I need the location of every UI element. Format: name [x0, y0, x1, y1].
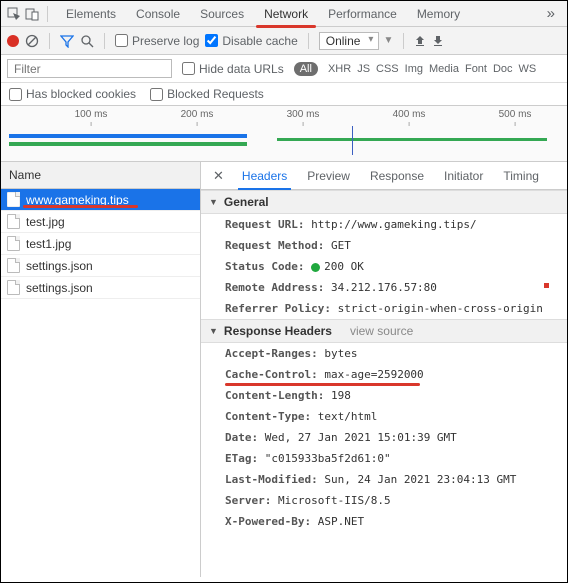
- header-row: Server: Microsoft-IIS/8.5: [201, 490, 567, 511]
- main-tab-console[interactable]: Console: [126, 2, 190, 26]
- header-row: Content-Type: text/html: [201, 406, 567, 427]
- file-icon: [7, 192, 20, 207]
- section-response-headers[interactable]: ▼Response Headersview source: [201, 319, 567, 343]
- timeline-tick: 100 ms: [75, 109, 108, 120]
- request-name: settings.json: [26, 259, 93, 273]
- record-button[interactable]: [7, 35, 19, 47]
- row-status-code: Status Code: 200 OK: [201, 256, 567, 277]
- timeline-tick: 400 ms: [393, 109, 426, 120]
- request-row[interactable]: test1.jpg: [1, 233, 200, 255]
- file-icon: [7, 258, 20, 273]
- hide-data-urls-checkbox[interactable]: Hide data URLs: [182, 62, 284, 76]
- requests-pane: Name www.gameking.tips test.jpg test1.jpg s…: [1, 162, 201, 577]
- header-row: Cache-Control: max-age=2592000: [201, 364, 567, 385]
- header-row: X-Powered-By: ASP.NET: [201, 511, 567, 532]
- header-row: Last-Modified: Sun, 24 Jan 2021 23:04:13…: [201, 469, 567, 490]
- main-tab-performance[interactable]: Performance: [318, 2, 407, 26]
- detail-body: ▼General Request URL: http://www.gamekin…: [201, 190, 567, 577]
- view-source-link[interactable]: view source: [350, 324, 413, 338]
- search-icon[interactable]: [80, 34, 94, 48]
- filter-type-css[interactable]: CSS: [376, 63, 399, 75]
- file-icon: [7, 214, 20, 229]
- throttle-caret-icon[interactable]: ▼: [383, 35, 393, 46]
- file-icon: [7, 280, 20, 295]
- request-row[interactable]: settings.json: [1, 277, 200, 299]
- header-row: Accept-Ranges: bytes: [201, 343, 567, 364]
- detail-tab-response[interactable]: Response: [360, 163, 434, 189]
- file-icon: [7, 236, 20, 251]
- device-icon[interactable]: [25, 7, 39, 21]
- timeline-tick: 500 ms: [499, 109, 532, 120]
- request-row[interactable]: www.gameking.tips: [1, 189, 200, 211]
- request-name: test.jpg: [26, 215, 65, 229]
- filter-type-doc[interactable]: Doc: [493, 63, 513, 75]
- filter-bar: Hide data URLs All XHR JS CSS Img Media Font D…: [1, 55, 567, 83]
- main-tabs: ElementsConsoleSourcesNetworkPerformance…: [56, 2, 537, 26]
- filter-input[interactable]: [7, 59, 172, 78]
- filter-types: XHR JS CSS Img Media Font Doc WS: [328, 63, 536, 75]
- blocked-requests-checkbox[interactable]: Blocked Requests: [150, 87, 264, 101]
- main-tab-sources[interactable]: Sources: [190, 2, 254, 26]
- clear-icon[interactable]: [25, 34, 39, 48]
- main-tab-elements[interactable]: Elements: [56, 2, 126, 26]
- row-request-url: Request URL: http://www.gameking.tips/: [201, 214, 567, 235]
- download-icon[interactable]: [432, 35, 444, 47]
- detail-tab-preview[interactable]: Preview: [297, 163, 360, 189]
- upload-icon[interactable]: [414, 35, 426, 47]
- section-general[interactable]: ▼General: [201, 190, 567, 214]
- filter-bar-2: Has blocked cookies Blocked Requests: [1, 83, 567, 106]
- header-row: ETag: "c015933ba5f2d61:0": [201, 448, 567, 469]
- filter-type-js[interactable]: JS: [357, 63, 370, 75]
- annotation-dot: [544, 283, 549, 288]
- header-row: Date: Wed, 27 Jan 2021 15:01:39 GMT: [201, 427, 567, 448]
- preserve-log-checkbox[interactable]: Preserve log: [115, 34, 199, 48]
- request-row[interactable]: settings.json: [1, 255, 200, 277]
- header-row: Content-Length: 198: [201, 385, 567, 406]
- request-name: settings.json: [26, 281, 93, 295]
- timeline[interactable]: 100 ms 200 ms 300 ms 400 ms 500 ms: [1, 106, 567, 162]
- more-tabs-icon[interactable]: »: [541, 5, 561, 22]
- main-tab-bar: ElementsConsoleSourcesNetworkPerformance…: [1, 1, 567, 27]
- throttling-select[interactable]: Online: [319, 32, 380, 50]
- row-referrer-policy: Referrer Policy: strict-origin-when-cros…: [201, 298, 567, 319]
- filter-type-font[interactable]: Font: [465, 63, 487, 75]
- filter-type-xhr[interactable]: XHR: [328, 63, 351, 75]
- main-tab-network[interactable]: Network: [254, 2, 318, 26]
- split-panes: Name www.gameking.tips test.jpg test1.jpg s…: [1, 162, 567, 577]
- disable-cache-checkbox[interactable]: Disable cache: [205, 34, 297, 48]
- filter-type-media[interactable]: Media: [429, 63, 459, 75]
- filter-icon[interactable]: [60, 34, 74, 48]
- filter-type-all[interactable]: All: [294, 62, 318, 76]
- request-name: test1.jpg: [26, 237, 71, 251]
- detail-tab-bar: ✕ HeadersPreviewResponseInitiatorTiming: [201, 162, 567, 190]
- network-toolbar: Preserve log Disable cache Online ▼: [1, 27, 567, 55]
- inspect-icon[interactable]: [7, 7, 21, 21]
- filter-type-ws[interactable]: WS: [519, 63, 537, 75]
- close-icon[interactable]: ✕: [205, 168, 232, 184]
- timeline-tick: 200 ms: [181, 109, 214, 120]
- filter-type-img[interactable]: Img: [405, 63, 423, 75]
- blocked-cookies-checkbox[interactable]: Has blocked cookies: [9, 87, 136, 101]
- request-row[interactable]: test.jpg: [1, 211, 200, 233]
- main-tab-memory[interactable]: Memory: [407, 2, 470, 26]
- timeline-tick: 300 ms: [287, 109, 320, 120]
- row-remote-address: Remote Address: 34.212.176.57:80: [201, 277, 567, 298]
- detail-tab-timing[interactable]: Timing: [493, 163, 549, 189]
- detail-pane: ✕ HeadersPreviewResponseInitiatorTiming …: [201, 162, 567, 577]
- name-column-header[interactable]: Name: [1, 162, 200, 189]
- row-request-method: Request Method: GET: [201, 235, 567, 256]
- status-dot-icon: [311, 263, 320, 272]
- detail-tab-headers[interactable]: Headers: [232, 163, 297, 189]
- detail-tab-initiator[interactable]: Initiator: [434, 163, 493, 189]
